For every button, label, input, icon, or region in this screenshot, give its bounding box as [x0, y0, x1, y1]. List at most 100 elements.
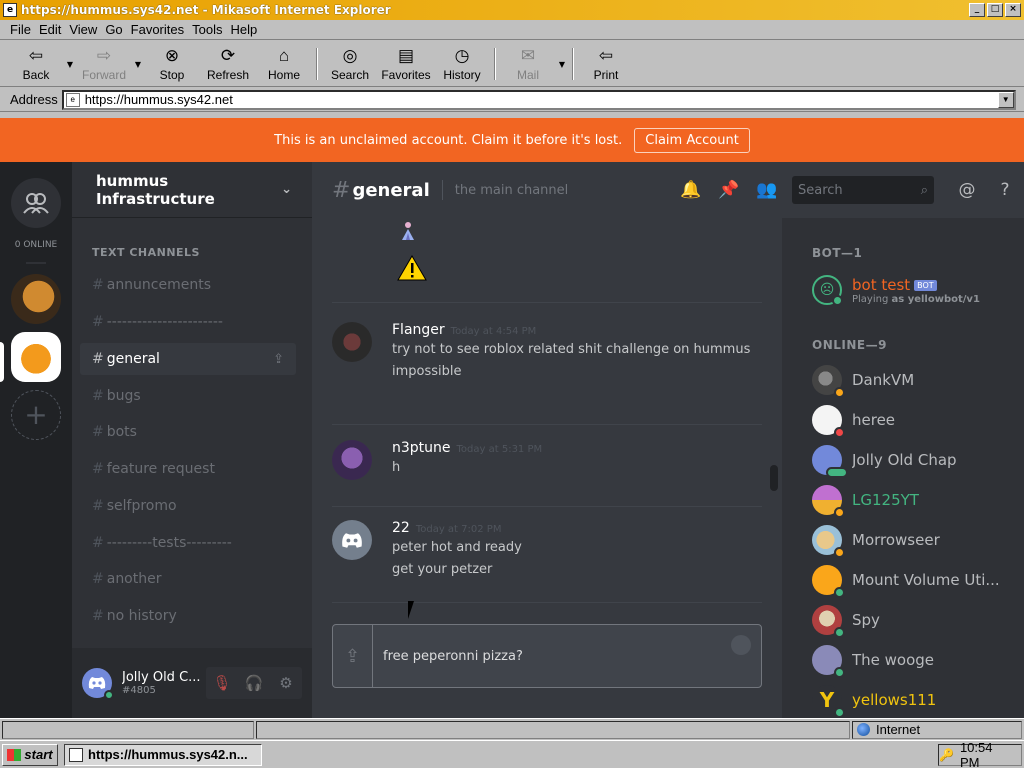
- channel-tests-separator[interactable]: # ---------tests---------: [80, 527, 296, 559]
- member-row[interactable]: Spy: [812, 602, 1012, 638]
- members-icon[interactable]: 👥: [748, 180, 786, 200]
- channel-no-history[interactable]: # no history: [80, 600, 296, 632]
- print-button[interactable]: ⇦ Print: [578, 42, 634, 86]
- bell-icon[interactable]: 🔔: [672, 180, 710, 200]
- search-button[interactable]: ◎ Search: [322, 42, 378, 86]
- unclaimed-banner: This is an unclaimed account. Claim it b…: [0, 118, 1024, 162]
- dnd-status-dot: [834, 427, 845, 438]
- minimize-button[interactable]: _: [969, 3, 985, 17]
- favorites-button[interactable]: ▤ Favorites: [378, 42, 434, 86]
- member-row[interactable]: Jolly Old Chap: [812, 442, 1012, 478]
- history-label: History: [443, 68, 481, 82]
- back-button[interactable]: ⇦ Back: [8, 42, 64, 86]
- home-button[interactable]: ⌂ Home: [256, 42, 312, 86]
- channel-selfpromo[interactable]: # selfpromo: [80, 490, 296, 522]
- menu-tools[interactable]: Tools: [192, 22, 222, 37]
- menu-file[interactable]: File: [10, 22, 31, 37]
- member-row[interactable]: Morrowseer: [812, 522, 1012, 558]
- member-row[interactable]: LG125YT: [812, 482, 1012, 518]
- security-zone: Internet: [852, 720, 1022, 739]
- mention-icon[interactable]: @: [948, 180, 986, 200]
- header-actions: 🔔 📌 👥 Search ⌕ @ ?: [672, 162, 1024, 218]
- message-composer: ⇪: [332, 624, 762, 688]
- search-input[interactable]: Search ⌕: [792, 176, 934, 204]
- add-server-button[interactable]: +: [11, 390, 61, 440]
- deafen-headphones-icon[interactable]: 🎧: [238, 667, 270, 699]
- member-name: The wooge: [852, 651, 935, 669]
- channel-bugs[interactable]: # bugs: [80, 380, 296, 412]
- friends-home-button[interactable]: [11, 178, 61, 228]
- menu-edit[interactable]: Edit: [39, 22, 61, 37]
- close-button[interactable]: ×: [1005, 3, 1021, 17]
- text-channels-header[interactable]: TEXT CHANNELS: [92, 246, 200, 259]
- channel-another[interactable]: # another: [80, 563, 296, 595]
- member-row[interactable]: Y yellows111: [812, 682, 1012, 718]
- menu-go[interactable]: Go: [105, 22, 122, 37]
- channel-annuncements[interactable]: # annuncements: [80, 269, 296, 301]
- avatar[interactable]: [332, 440, 372, 480]
- message-author[interactable]: n3ptune: [392, 440, 451, 456]
- refresh-button[interactable]: ⟳ Refresh: [200, 42, 256, 86]
- address-input[interactable]: e https://hummus.sys42.net ▼: [61, 89, 1016, 110]
- gear-icon[interactable]: ⚙: [270, 667, 302, 699]
- avatar: [812, 645, 845, 678]
- stop-button[interactable]: ⊗ Stop: [144, 42, 200, 86]
- menu-view[interactable]: View: [69, 22, 97, 37]
- member-bot-test[interactable]: ☹ bot test BOT Playing as yellowbot/v1: [812, 270, 1012, 310]
- menu-favorites[interactable]: Favorites: [131, 22, 184, 37]
- forward-button[interactable]: ⇨ Forward: [76, 42, 132, 86]
- maximize-button[interactable]: □: [987, 3, 1003, 17]
- clock[interactable]: 10:54 PM: [960, 740, 1015, 768]
- toolbar-separator: [316, 48, 318, 80]
- message-author[interactable]: Flanger: [392, 322, 445, 338]
- address-dropdown-icon[interactable]: ▼: [997, 91, 1014, 108]
- claim-account-button[interactable]: Claim Account: [634, 127, 750, 153]
- mail-label: Mail: [516, 68, 539, 82]
- emoji-picker-icon[interactable]: [721, 625, 761, 687]
- member-list: BOT—1 ☹ bot test BOT Playing as yellowbot…: [782, 218, 1024, 718]
- upload-icon[interactable]: ⇪: [333, 625, 373, 687]
- forward-dropdown-icon[interactable]: ▼: [132, 42, 144, 86]
- menu-help[interactable]: Help: [230, 22, 257, 37]
- member-name: Jolly Old Chap: [852, 451, 957, 469]
- channel-general[interactable]: # general ⇪: [80, 343, 296, 375]
- hash-icon: #: [92, 388, 104, 404]
- member-row[interactable]: heree: [812, 402, 1012, 438]
- channel-feature-request[interactable]: # feature request: [80, 453, 296, 485]
- mute-microphone-icon[interactable]: 🎙: [206, 667, 238, 699]
- pin-icon[interactable]: 📌: [710, 180, 748, 200]
- mail-dropdown-icon[interactable]: ▼: [556, 42, 568, 86]
- mail-button[interactable]: ✉ Mail: [500, 42, 556, 86]
- address-url[interactable]: https://hummus.sys42.net: [85, 92, 233, 107]
- channel-bots[interactable]: # bots: [80, 416, 296, 448]
- invite-icon[interactable]: ⇪: [273, 352, 284, 367]
- discord-logo-icon: [342, 532, 362, 548]
- start-button[interactable]: start: [2, 743, 58, 766]
- stop-icon: ⊗: [164, 46, 180, 65]
- history-button[interactable]: ◷ History: [434, 42, 490, 86]
- member-row[interactable]: Mount Volume Uti...: [812, 562, 1012, 598]
- message: n3ptune Today at 5:31 PM h: [332, 440, 762, 480]
- back-dropdown-icon[interactable]: ▼: [64, 42, 76, 86]
- channel-separator-1[interactable]: # -----------------------: [80, 306, 296, 338]
- avatar[interactable]: [82, 668, 114, 700]
- message-input[interactable]: [373, 625, 721, 687]
- server-list-divider: [26, 262, 46, 264]
- avatar[interactable]: [332, 520, 372, 560]
- message-text: peter hot and ready: [392, 540, 522, 555]
- server-icon-chicken[interactable]: [11, 274, 61, 324]
- selected-server-indicator: [0, 342, 4, 382]
- message-author[interactable]: 22: [392, 520, 410, 536]
- menu-bar: File Edit View Go Favorites Tools Help: [0, 20, 1024, 40]
- taskbar-ie-window[interactable]: https://hummus.sys42.n...: [64, 743, 262, 766]
- member-row[interactable]: DankVM: [812, 362, 1012, 398]
- server-icon-hummus[interactable]: [11, 332, 61, 382]
- key-icon[interactable]: 🔑: [939, 748, 954, 762]
- server-header[interactable]: hummus Infrastructure ⌄: [72, 162, 312, 218]
- avatar[interactable]: [332, 322, 372, 362]
- chat-scrollbar-thumb[interactable]: [770, 465, 778, 491]
- message: Flanger Today at 4:54 PM try not to see r…: [332, 322, 762, 380]
- favorites-folder-icon: ▤: [397, 46, 415, 65]
- member-row[interactable]: The wooge: [812, 642, 1012, 678]
- help-icon[interactable]: ?: [986, 180, 1024, 200]
